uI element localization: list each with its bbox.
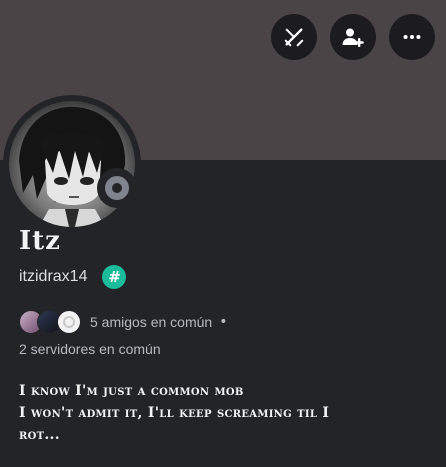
block-button[interactable] xyxy=(271,14,317,60)
swords-off-icon xyxy=(284,28,304,47)
bio-line: rot... xyxy=(19,427,60,443)
avatar-frame xyxy=(3,95,141,233)
hashtag-badge-icon[interactable]: # xyxy=(102,265,127,289)
mutual-friends-text[interactable]: 5 amigos en común xyxy=(90,314,212,330)
mutual-servers-text[interactable]: 2 servidores en común xyxy=(19,341,161,357)
status-indicator xyxy=(97,168,137,208)
mutual-friend-avatar xyxy=(57,310,81,334)
profile-actions xyxy=(271,14,435,60)
separator-dot: • xyxy=(219,314,228,330)
display-name: Itz xyxy=(19,226,61,256)
bio: I know I'm just a common mob I won't adm… xyxy=(19,380,429,446)
offline-status-icon xyxy=(105,176,129,200)
add-friend-icon xyxy=(342,28,364,47)
add-friend-button[interactable] xyxy=(330,14,376,60)
avatar[interactable] xyxy=(9,101,135,227)
mutual-friends-row[interactable]: 5 amigos en común • xyxy=(19,310,227,334)
bio-line: I won't admit it, I'll keep screaming ti… xyxy=(19,405,330,421)
username-row: itzidrax14 # xyxy=(19,265,127,289)
more-options-icon xyxy=(403,34,421,40)
username[interactable]: itzidrax14 xyxy=(19,268,87,286)
avatar-image xyxy=(9,101,135,227)
bio-line: I know I'm just a common mob xyxy=(19,383,244,399)
mutual-friend-avatars xyxy=(19,310,87,334)
more-options-button[interactable] xyxy=(389,14,435,60)
